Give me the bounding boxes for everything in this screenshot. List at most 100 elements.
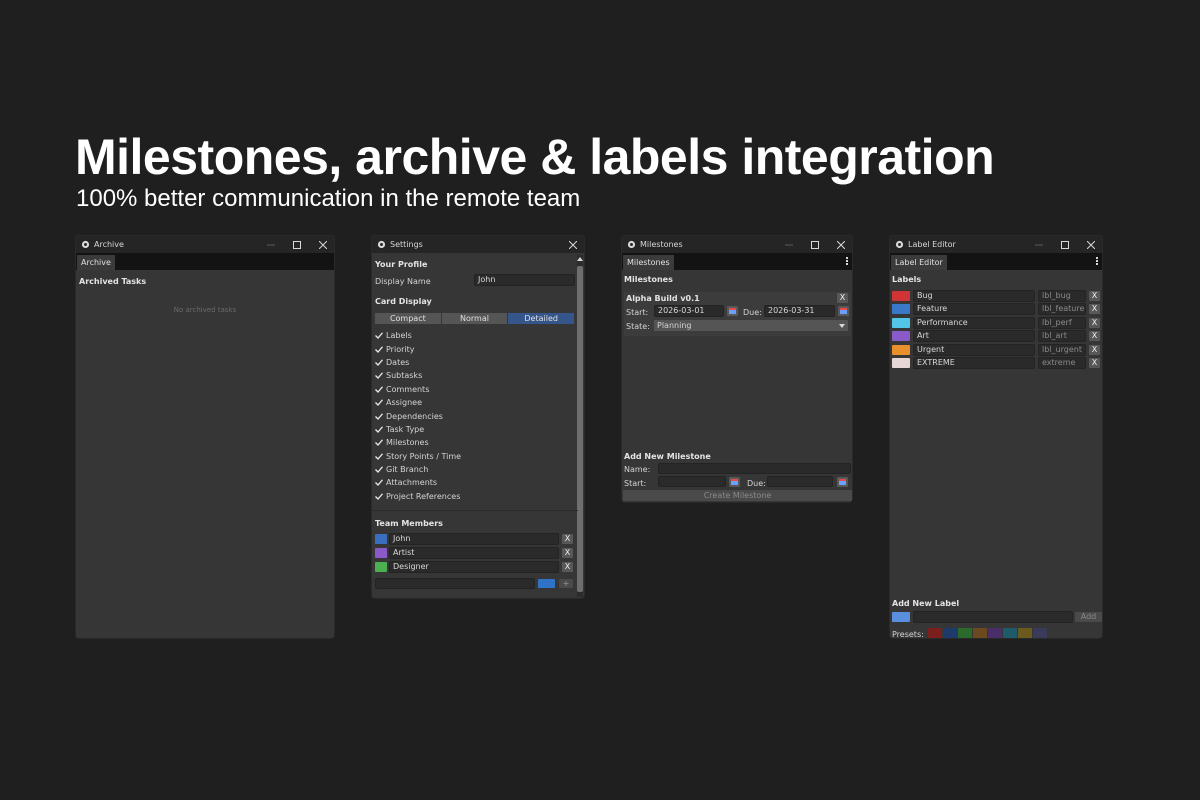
new-label-name-field[interactable] — [913, 611, 1073, 623]
display-name-field[interactable]: John — [474, 274, 575, 286]
milestone-state-select[interactable]: Planning — [654, 320, 848, 331]
remove-label-button[interactable]: X — [1089, 357, 1100, 368]
label-color-swatch[interactable] — [892, 291, 910, 301]
checkbox-row[interactable]: Labels — [374, 329, 569, 342]
label-id-field[interactable]: lbl_perf — [1038, 316, 1086, 329]
checkmark-icon[interactable] — [374, 491, 384, 501]
label-color-swatch[interactable] — [892, 344, 910, 355]
checkmark-icon[interactable] — [374, 398, 384, 408]
minimize-icon[interactable] — [783, 239, 795, 251]
milestone-due-field[interactable]: 2026-03-31 — [764, 305, 835, 317]
remove-label-button[interactable]: X — [1089, 317, 1100, 328]
label-color-swatch[interactable] — [892, 317, 910, 328]
preset-color-swatch[interactable] — [928, 628, 942, 638]
checkbox-row[interactable]: Subtasks — [374, 369, 569, 382]
maximize-icon[interactable] — [291, 239, 303, 251]
tab-archive[interactable]: Archive — [77, 255, 115, 270]
checkbox-row[interactable]: Milestones — [374, 436, 569, 449]
checkmark-icon[interactable] — [374, 384, 384, 394]
checkmark-icon[interactable] — [374, 451, 384, 461]
remove-label-button[interactable]: X — [1089, 304, 1100, 315]
remove-label-button[interactable]: X — [1089, 331, 1100, 342]
member-color-swatch[interactable] — [375, 548, 387, 558]
segment-normal[interactable]: Normal — [441, 313, 508, 324]
close-icon[interactable] — [567, 239, 579, 251]
minimize-icon[interactable] — [265, 239, 277, 251]
label-name-field[interactable]: Bug — [913, 290, 1035, 302]
checkbox-row[interactable]: Story Points / Time — [374, 450, 569, 463]
checkmark-icon[interactable] — [374, 465, 384, 475]
settings-titlebar[interactable]: Settings — [372, 236, 584, 253]
remove-member-button[interactable]: X — [562, 562, 573, 572]
calendar-icon[interactable] — [838, 306, 849, 316]
remove-milestone-button[interactable]: X — [837, 293, 848, 303]
member-name-field[interactable]: Designer — [389, 561, 559, 573]
more-options-icon[interactable] — [846, 257, 848, 266]
preset-color-swatch[interactable] — [943, 628, 957, 638]
label-id-field[interactable]: lbl_feature — [1038, 303, 1086, 316]
close-icon[interactable] — [1085, 239, 1097, 251]
close-icon[interactable] — [317, 239, 329, 251]
label-editor-titlebar[interactable]: Label Editor — [890, 236, 1102, 253]
checkmark-icon[interactable] — [374, 424, 384, 434]
preset-color-swatch[interactable] — [958, 628, 972, 638]
remove-member-button[interactable]: X — [562, 534, 573, 544]
member-color-swatch[interactable] — [375, 562, 387, 572]
archive-titlebar[interactable]: Archive — [76, 236, 334, 253]
preset-color-swatch[interactable] — [1003, 628, 1017, 638]
label-color-swatch[interactable] — [892, 331, 910, 342]
checkmark-icon[interactable] — [374, 438, 384, 448]
label-color-swatch[interactable] — [892, 357, 910, 368]
calendar-icon[interactable] — [729, 477, 740, 487]
remove-member-button[interactable]: X — [562, 548, 573, 558]
new-label-color[interactable] — [892, 612, 910, 622]
label-id-field[interactable]: lbl_urgent — [1038, 343, 1086, 356]
checkmark-icon[interactable] — [374, 357, 384, 367]
checkmark-icon[interactable] — [374, 344, 384, 354]
preset-color-swatch[interactable] — [988, 628, 1002, 638]
new-member-input[interactable] — [375, 578, 535, 589]
label-id-field[interactable]: lbl_art — [1038, 330, 1086, 343]
checkbox-row[interactable]: Project References — [374, 490, 569, 503]
preset-color-swatch[interactable] — [1033, 628, 1047, 638]
new-milestone-name-field[interactable] — [658, 463, 851, 474]
add-label-button[interactable]: Add — [1075, 612, 1102, 622]
remove-label-button[interactable]: X — [1089, 344, 1100, 355]
label-id-field[interactable]: lbl_bug — [1038, 290, 1086, 302]
preset-color-swatch[interactable] — [1018, 628, 1032, 638]
new-member-color[interactable] — [538, 579, 555, 588]
label-color-swatch[interactable] — [892, 304, 910, 315]
label-name-field[interactable]: EXTREME — [913, 356, 1035, 369]
checkmark-icon[interactable] — [374, 331, 384, 341]
maximize-icon[interactable] — [1059, 239, 1071, 251]
calendar-icon[interactable] — [837, 477, 848, 487]
create-milestone-button[interactable]: Create Milestone — [623, 490, 852, 501]
scrollbar-thumb[interactable] — [577, 266, 583, 592]
milestone-start-field[interactable]: 2026-03-01 — [654, 305, 724, 317]
segment-compact[interactable]: Compact — [375, 313, 441, 324]
label-name-field[interactable]: Urgent — [913, 343, 1035, 356]
label-name-field[interactable]: Feature — [913, 303, 1035, 316]
checkbox-row[interactable]: Git Branch — [374, 463, 569, 476]
add-member-button[interactable]: + — [559, 579, 573, 588]
member-color-swatch[interactable] — [375, 534, 387, 544]
tab-label-editor[interactable]: Label Editor — [891, 255, 947, 270]
checkmark-icon[interactable] — [374, 478, 384, 488]
checkbox-row[interactable]: Attachments — [374, 476, 569, 489]
label-name-field[interactable]: Performance — [913, 316, 1035, 329]
checkbox-row[interactable]: Comments — [374, 383, 569, 396]
member-name-field[interactable]: John — [389, 533, 559, 545]
tab-milestones[interactable]: Milestones — [623, 255, 674, 270]
remove-label-button[interactable]: X — [1089, 291, 1100, 301]
scrollbar[interactable] — [577, 255, 583, 597]
checkbox-row[interactable]: Dependencies — [374, 409, 569, 422]
checkmark-icon[interactable] — [374, 411, 384, 421]
checkbox-row[interactable]: Assignee — [374, 396, 569, 409]
scroll-up-icon[interactable] — [577, 256, 583, 262]
label-id-field[interactable]: extreme — [1038, 356, 1086, 369]
minimize-icon[interactable] — [1033, 239, 1045, 251]
new-milestone-due-field[interactable] — [767, 476, 833, 487]
maximize-icon[interactable] — [809, 239, 821, 251]
milestones-titlebar[interactable]: Milestones — [622, 236, 852, 253]
more-options-icon[interactable] — [1096, 257, 1098, 266]
